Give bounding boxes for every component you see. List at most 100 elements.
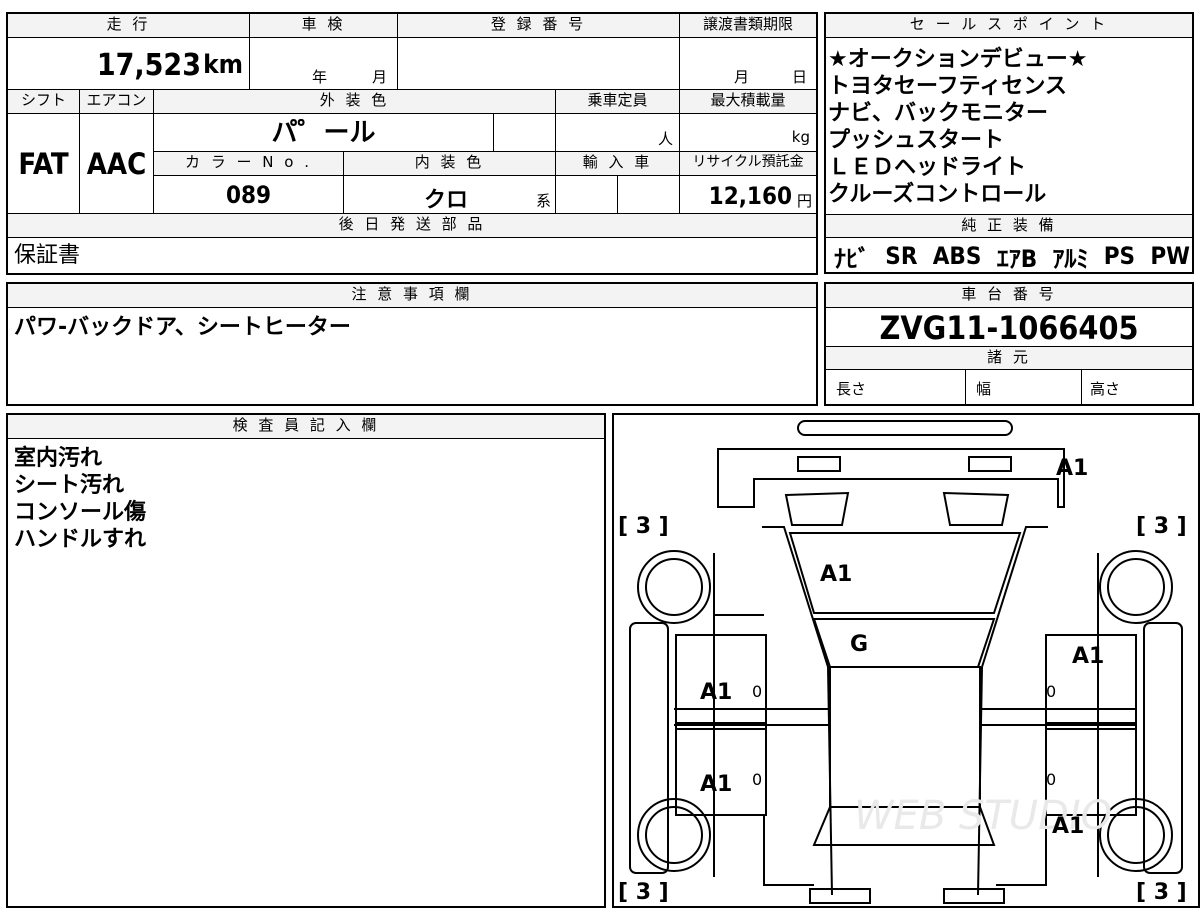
rear-bumper — [797, 420, 1013, 436]
recycle-cell: 12,160 円 — [680, 176, 816, 214]
tail-lamp-right — [968, 456, 1012, 472]
registration-cell — [398, 38, 680, 90]
notes-header: 注 意 事 項 欄 — [8, 284, 816, 308]
damage-rear-gate: A1 — [1056, 456, 1088, 481]
max-load-unit: kg — [791, 128, 810, 146]
mileage-cell: 17,523 km — [8, 38, 250, 90]
transfer-month-unit: 月 — [734, 68, 750, 86]
capacity-cell: 人 — [556, 114, 680, 152]
max-load-cell: kg — [680, 114, 816, 152]
car-damage-diagram: WEB STUDIO [ 3 ] [ 3 ] [ 3 ] [ 3 ] A1 A1… — [618, 420, 1187, 905]
damage-rear-right-quarter: A1 — [1072, 644, 1104, 669]
transfer-day-unit: 日 — [792, 68, 808, 86]
tire-mark-rear-right: [ 3 ] — [1136, 514, 1187, 539]
inspector-notes: 室内汚れ シート汚れ コンソール傷 ハンドルすれ — [14, 445, 146, 553]
left-side-outline — [713, 553, 764, 877]
inspector-panel: 検 査 員 記 入 欄 室内汚れ シート汚れ コンソール傷 ハンドルすれ — [6, 413, 606, 908]
equipment-item-airbag: ｴｱB — [996, 244, 1038, 273]
equipment-item-ps: PS — [1103, 242, 1136, 270]
tire-mark-front-left: [ 3 ] — [618, 880, 669, 905]
inspector-line: ハンドルすれ — [14, 527, 147, 552]
body-outline-right — [977, 526, 1048, 896]
transfer-deadline-cell: 月 日 — [680, 38, 816, 90]
sales-point-item: トヨタセーフティセンス — [828, 74, 1067, 99]
spec-height: 高さ — [1090, 380, 1121, 398]
capacity-header: 乗車定員 — [556, 90, 680, 114]
aircon-value: AAC — [80, 114, 154, 214]
chassis-header: 車 台 番 号 — [826, 284, 1192, 308]
color-no-header: カ ラ ー N o . — [154, 152, 344, 176]
capacity-unit: 人 — [657, 130, 673, 148]
cabin-area — [829, 666, 981, 808]
zero-mark: 0 — [1046, 770, 1056, 789]
import-cell-right — [618, 176, 680, 214]
wheel-rear-left — [637, 550, 711, 624]
sales-points-header: セ ー ル ス ポ イ ン ト — [826, 14, 1192, 38]
equipment-item-navi: ﾅﾋﾞ — [834, 244, 870, 273]
mileage-header: 走 行 — [8, 14, 250, 38]
sales-point-item: ★オークションデビュー★ — [828, 47, 1088, 72]
wheel-front-left-inner — [645, 806, 703, 864]
transfer-deadline-header: 譲渡書類期限 — [680, 14, 816, 38]
inspector-line: コンソール傷 — [14, 500, 147, 525]
tire-mark-front-right: [ 3 ] — [1136, 880, 1187, 905]
tire-mark-rear-left: [ 3 ] — [618, 514, 669, 539]
color-no-value: 089 — [154, 176, 344, 214]
shaken-year-unit: 年 — [312, 68, 328, 86]
shaken-month-unit: 月 — [372, 68, 388, 86]
sales-point-item: ＬＥＤヘッドライト — [828, 155, 1027, 180]
damage-front-right-fender: A1 — [1052, 814, 1084, 839]
shaken-header: 車 検 — [250, 14, 398, 38]
later-parts-header: 後 日 発 送 部 品 — [8, 214, 816, 238]
roof-panel — [812, 618, 996, 668]
sales-point-item: クルーズコントロール — [828, 182, 1047, 207]
sales-point-item: プッシュスタート — [828, 128, 1005, 153]
recycle-value: 12,160 — [708, 182, 792, 210]
equipment-item-abs: ABS — [932, 242, 982, 270]
exterior-color-value: パ゜ール — [154, 114, 494, 152]
spec-length: 長さ — [826, 370, 966, 404]
shift-header: シフト — [8, 90, 80, 114]
equipment-list: ﾅﾋﾞ SR ABS ｴｱB ｱﾙﾐ PS PW — [834, 240, 1190, 273]
notes-panel: 注 意 事 項 欄 パワ-バックドア、シートヒーター — [6, 282, 818, 406]
inspector-header: 検 査 員 記 入 欄 — [8, 415, 604, 439]
exterior-color-extra-cell — [494, 114, 556, 152]
exterior-color-header: 外 装 色 — [154, 90, 556, 114]
sales-points-panel: セ ー ル ス ポ イ ン ト ★オークションデビュー★ トヨタセーフティセンス… — [824, 12, 1194, 274]
equipment-item-pw: PW — [1150, 242, 1190, 270]
left-rear-rail — [629, 622, 669, 874]
sales-points-list: ★オークションデビュー★ トヨタセーフティセンス ナビ、バックモニター プッシュ… — [828, 46, 1188, 208]
inspector-line: 室内汚れ — [14, 446, 103, 471]
wheel-rear-right — [1099, 550, 1173, 624]
spec-width: 幅 — [966, 370, 1082, 404]
wheel-front-left — [637, 798, 711, 872]
zero-mark: 0 — [752, 682, 762, 701]
rear-light-right — [942, 491, 1010, 526]
wheel-rear-right-inner — [1107, 558, 1165, 616]
interior-color-value: クロ — [424, 188, 469, 213]
specs-header: 諸 元 — [826, 346, 1192, 370]
import-header: 輸 入 車 — [556, 152, 680, 176]
interior-color-header: 内 装 色 — [344, 152, 556, 176]
zero-mark: 0 — [1046, 682, 1056, 701]
zero-mark: 0 — [752, 770, 762, 789]
shift-value: FAT — [8, 114, 80, 214]
hood-left — [763, 815, 814, 886]
interior-color-suffix: 系 — [535, 192, 551, 210]
sales-point-item: ナビ、バックモニター — [828, 101, 1049, 126]
mileage-unit: km — [203, 50, 243, 80]
rear-light-left — [784, 491, 850, 526]
chassis-panel: 車 台 番 号 ZVG11-1066405 諸 元 長さ 幅 高さ — [824, 282, 1194, 406]
car-diagram-panel: WEB STUDIO [ 3 ] [ 3 ] [ 3 ] [ 3 ] A1 A1… — [612, 413, 1200, 908]
damage-front-left-door: A1 — [700, 772, 732, 797]
damage-rear-left-door: A1 — [700, 680, 732, 705]
notes-text: パワ-バックドア、シートヒーター — [14, 315, 351, 340]
aircon-header: エアコン — [80, 90, 154, 114]
chassis-number: ZVG11-1066405 — [879, 309, 1139, 347]
damage-roof: G — [850, 632, 868, 657]
wheel-rear-left-inner — [645, 558, 703, 616]
mileage-value: 17,523 — [96, 48, 201, 83]
front-left-door — [675, 722, 767, 816]
equipment-item-sr: SR — [885, 242, 918, 270]
damage-rear-glass: A1 — [820, 562, 852, 587]
